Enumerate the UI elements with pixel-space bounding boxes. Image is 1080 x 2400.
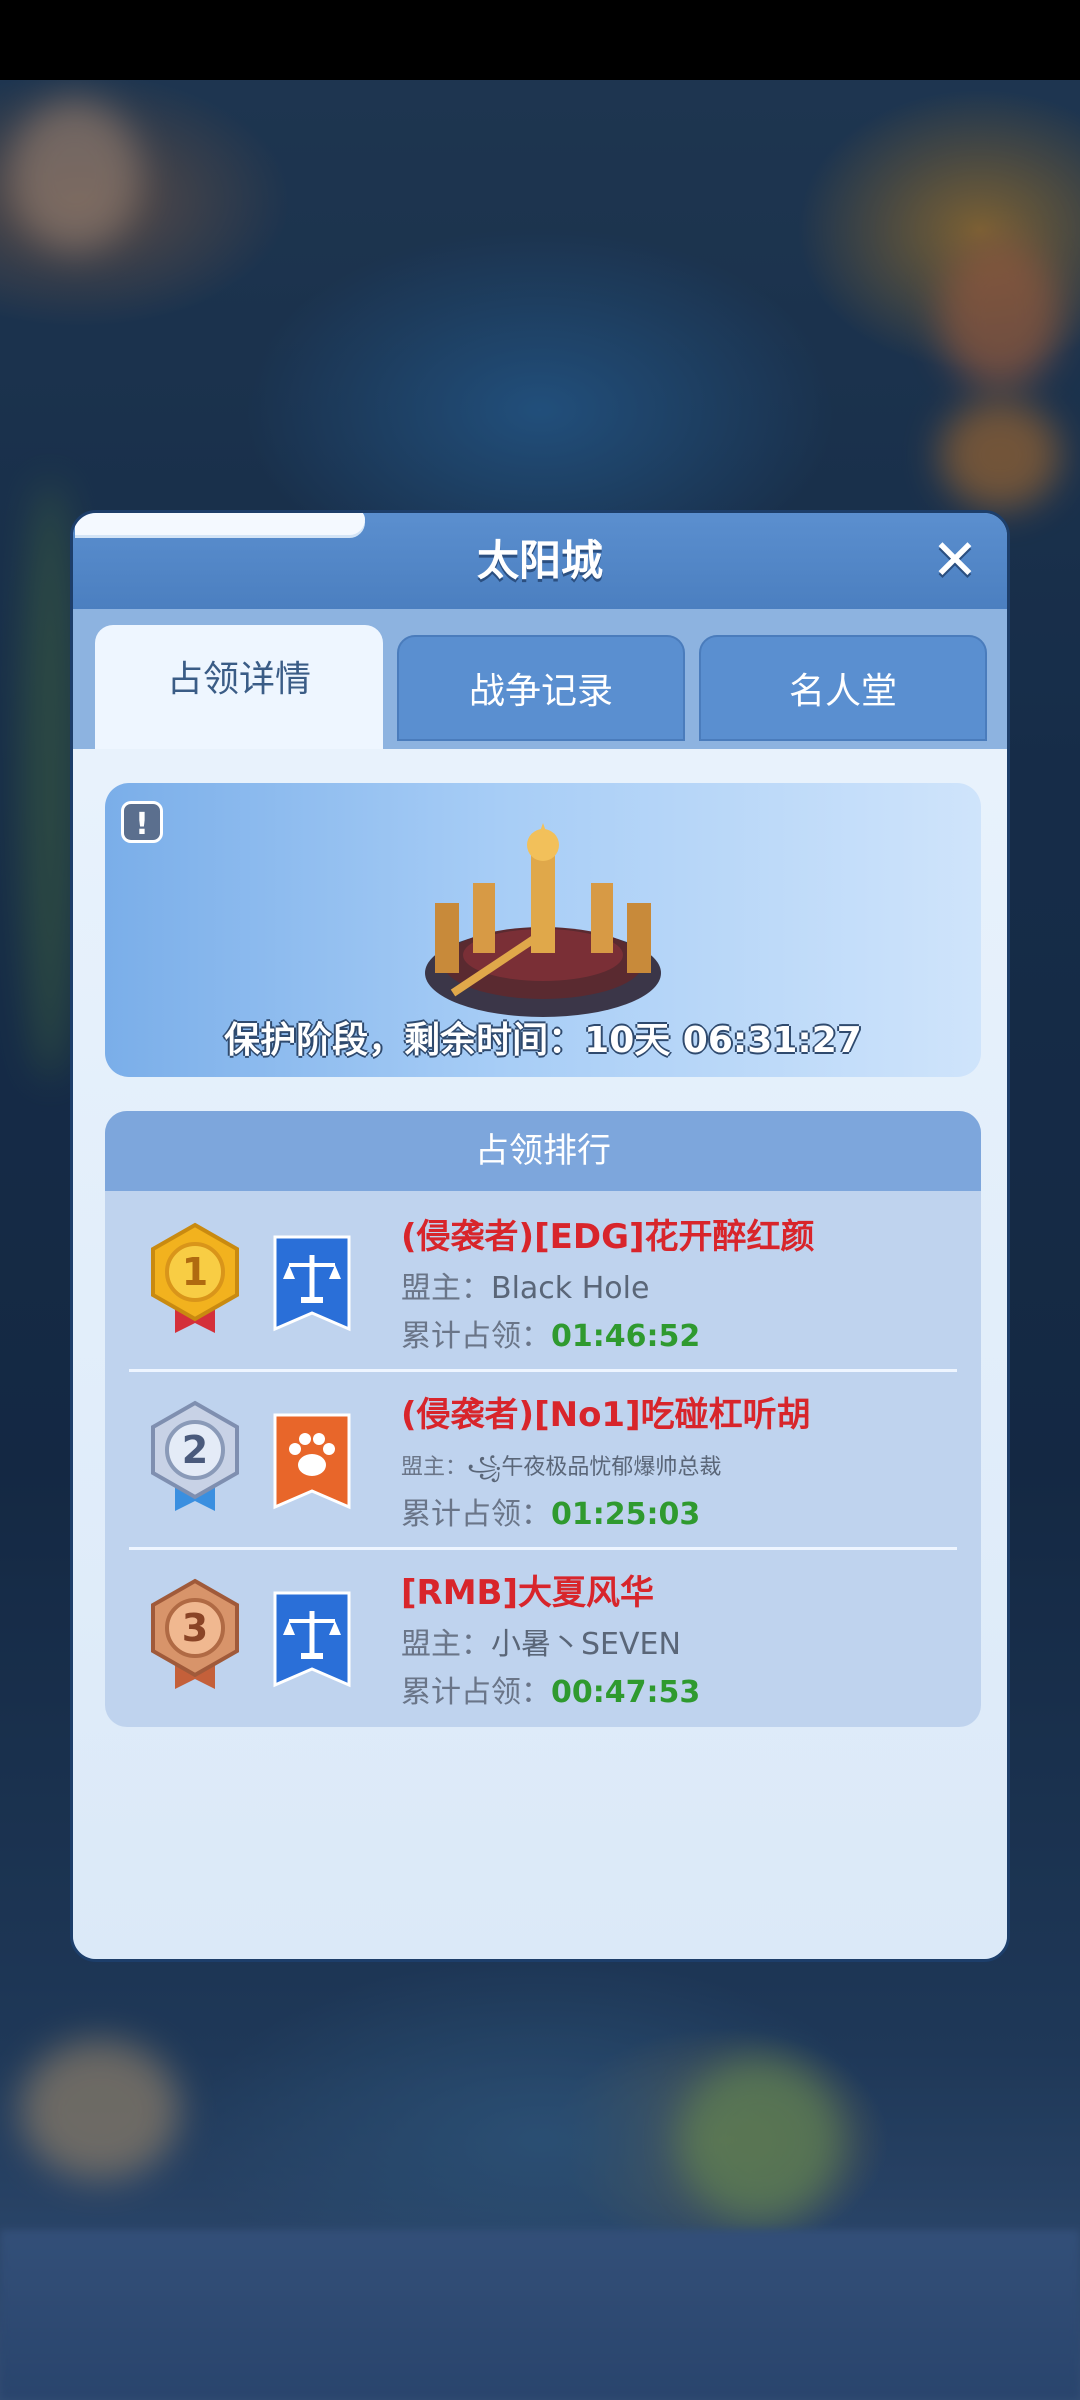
- tab-bar: 占领详情 战争记录 名人堂: [95, 625, 987, 749]
- sun-city-dialog: 太阳城 ✕ 占领详情 战争记录 名人堂 ! 保护阶段，剩余时间：10天 06:3…: [70, 510, 1010, 1962]
- leader-label: 盟主：: [401, 1455, 468, 1480]
- occupation-time: 累计占领：01:46:52: [401, 1311, 700, 1355]
- blue-scales-flag-icon: [273, 1591, 351, 1688]
- time-label: 累计占领：: [401, 1497, 551, 1532]
- svg-text:3: 3: [182, 1606, 208, 1650]
- close-icon[interactable]: ✕: [923, 531, 987, 595]
- ranking-row[interactable]: 1 (侵袭者)[EDG]花开醉红颜 盟主：Black Hole 累计占领：01:…: [105, 1191, 981, 1369]
- tab-occupation-details[interactable]: 占领详情: [95, 625, 383, 749]
- time-label: 累计占领：: [401, 1319, 551, 1354]
- tab-war-records[interactable]: 战争记录: [397, 635, 685, 741]
- ranking-row[interactable]: 3 [RMB]大夏风华 盟主：小暑丶SEVEN 累计占领：00:47:53: [105, 1547, 981, 1725]
- occupation-details-panel: ! 保护阶段，剩余时间：10天 06:31:27 占领排行 1 (侵袭者)[ED…: [73, 749, 1007, 1959]
- svg-text:1: 1: [182, 1250, 208, 1294]
- leader-value: 小暑丶SEVEN: [491, 1627, 681, 1662]
- blue-scales-flag-icon: [273, 1235, 351, 1332]
- gold-medal-icon: 1: [151, 1222, 239, 1333]
- sun-city-building-icon: [425, 823, 661, 1017]
- silver-medal-icon: 2: [151, 1400, 239, 1511]
- city-banner: ! 保护阶段，剩余时间：10天 06:31:27: [105, 783, 981, 1077]
- occupation-time: 累计占领：01:25:03: [401, 1489, 700, 1533]
- ranking-row[interactable]: 2 (侵袭者)[No1]吃碰杠听胡 盟主：꧁午夜极品忧郁爆帅总裁 累计占领：01…: [105, 1369, 981, 1547]
- occupation-ranking: 占领排行 1 (侵袭者)[EDG]花开醉红颜 盟主：Black Hole 累计占…: [105, 1111, 981, 1727]
- alliance-name: (侵袭者)[EDG]花开醉红颜: [401, 1217, 815, 1257]
- svg-text:2: 2: [182, 1428, 208, 1472]
- time-value: 01:46:52: [551, 1319, 701, 1354]
- time-value: 01:25:03: [551, 1497, 701, 1532]
- leader-value: ꧁午夜极品忧郁爆帅总裁: [467, 1455, 722, 1480]
- time-label: 累计占领：: [401, 1675, 551, 1710]
- bronze-medal-icon: 3: [151, 1578, 239, 1689]
- alliance-leader: 盟主：小暑丶SEVEN: [401, 1619, 681, 1663]
- time-value: 00:47:53: [551, 1675, 701, 1710]
- dialog-title: 太阳城: [476, 536, 603, 585]
- ranking-header: 占领排行: [105, 1111, 981, 1191]
- exclamation-icon[interactable]: !: [121, 801, 163, 843]
- leader-label: 盟主：: [401, 1627, 491, 1662]
- leader-label: 盟主：: [401, 1271, 491, 1306]
- alliance-name: (侵袭者)[No1]吃碰杠听胡: [401, 1395, 811, 1435]
- tab-hall-of-fame[interactable]: 名人堂: [699, 635, 987, 741]
- protection-countdown: 保护阶段，剩余时间：10天 06:31:27: [224, 1020, 862, 1061]
- leader-value: Black Hole: [491, 1271, 650, 1306]
- occupation-time: 累计占领：00:47:53: [401, 1667, 700, 1711]
- alliance-name: [RMB]大夏风华: [401, 1573, 655, 1613]
- orange-paw-flag-icon: [273, 1413, 351, 1510]
- alliance-leader: 盟主：Black Hole: [401, 1263, 649, 1307]
- status-bar: [0, 0, 1080, 80]
